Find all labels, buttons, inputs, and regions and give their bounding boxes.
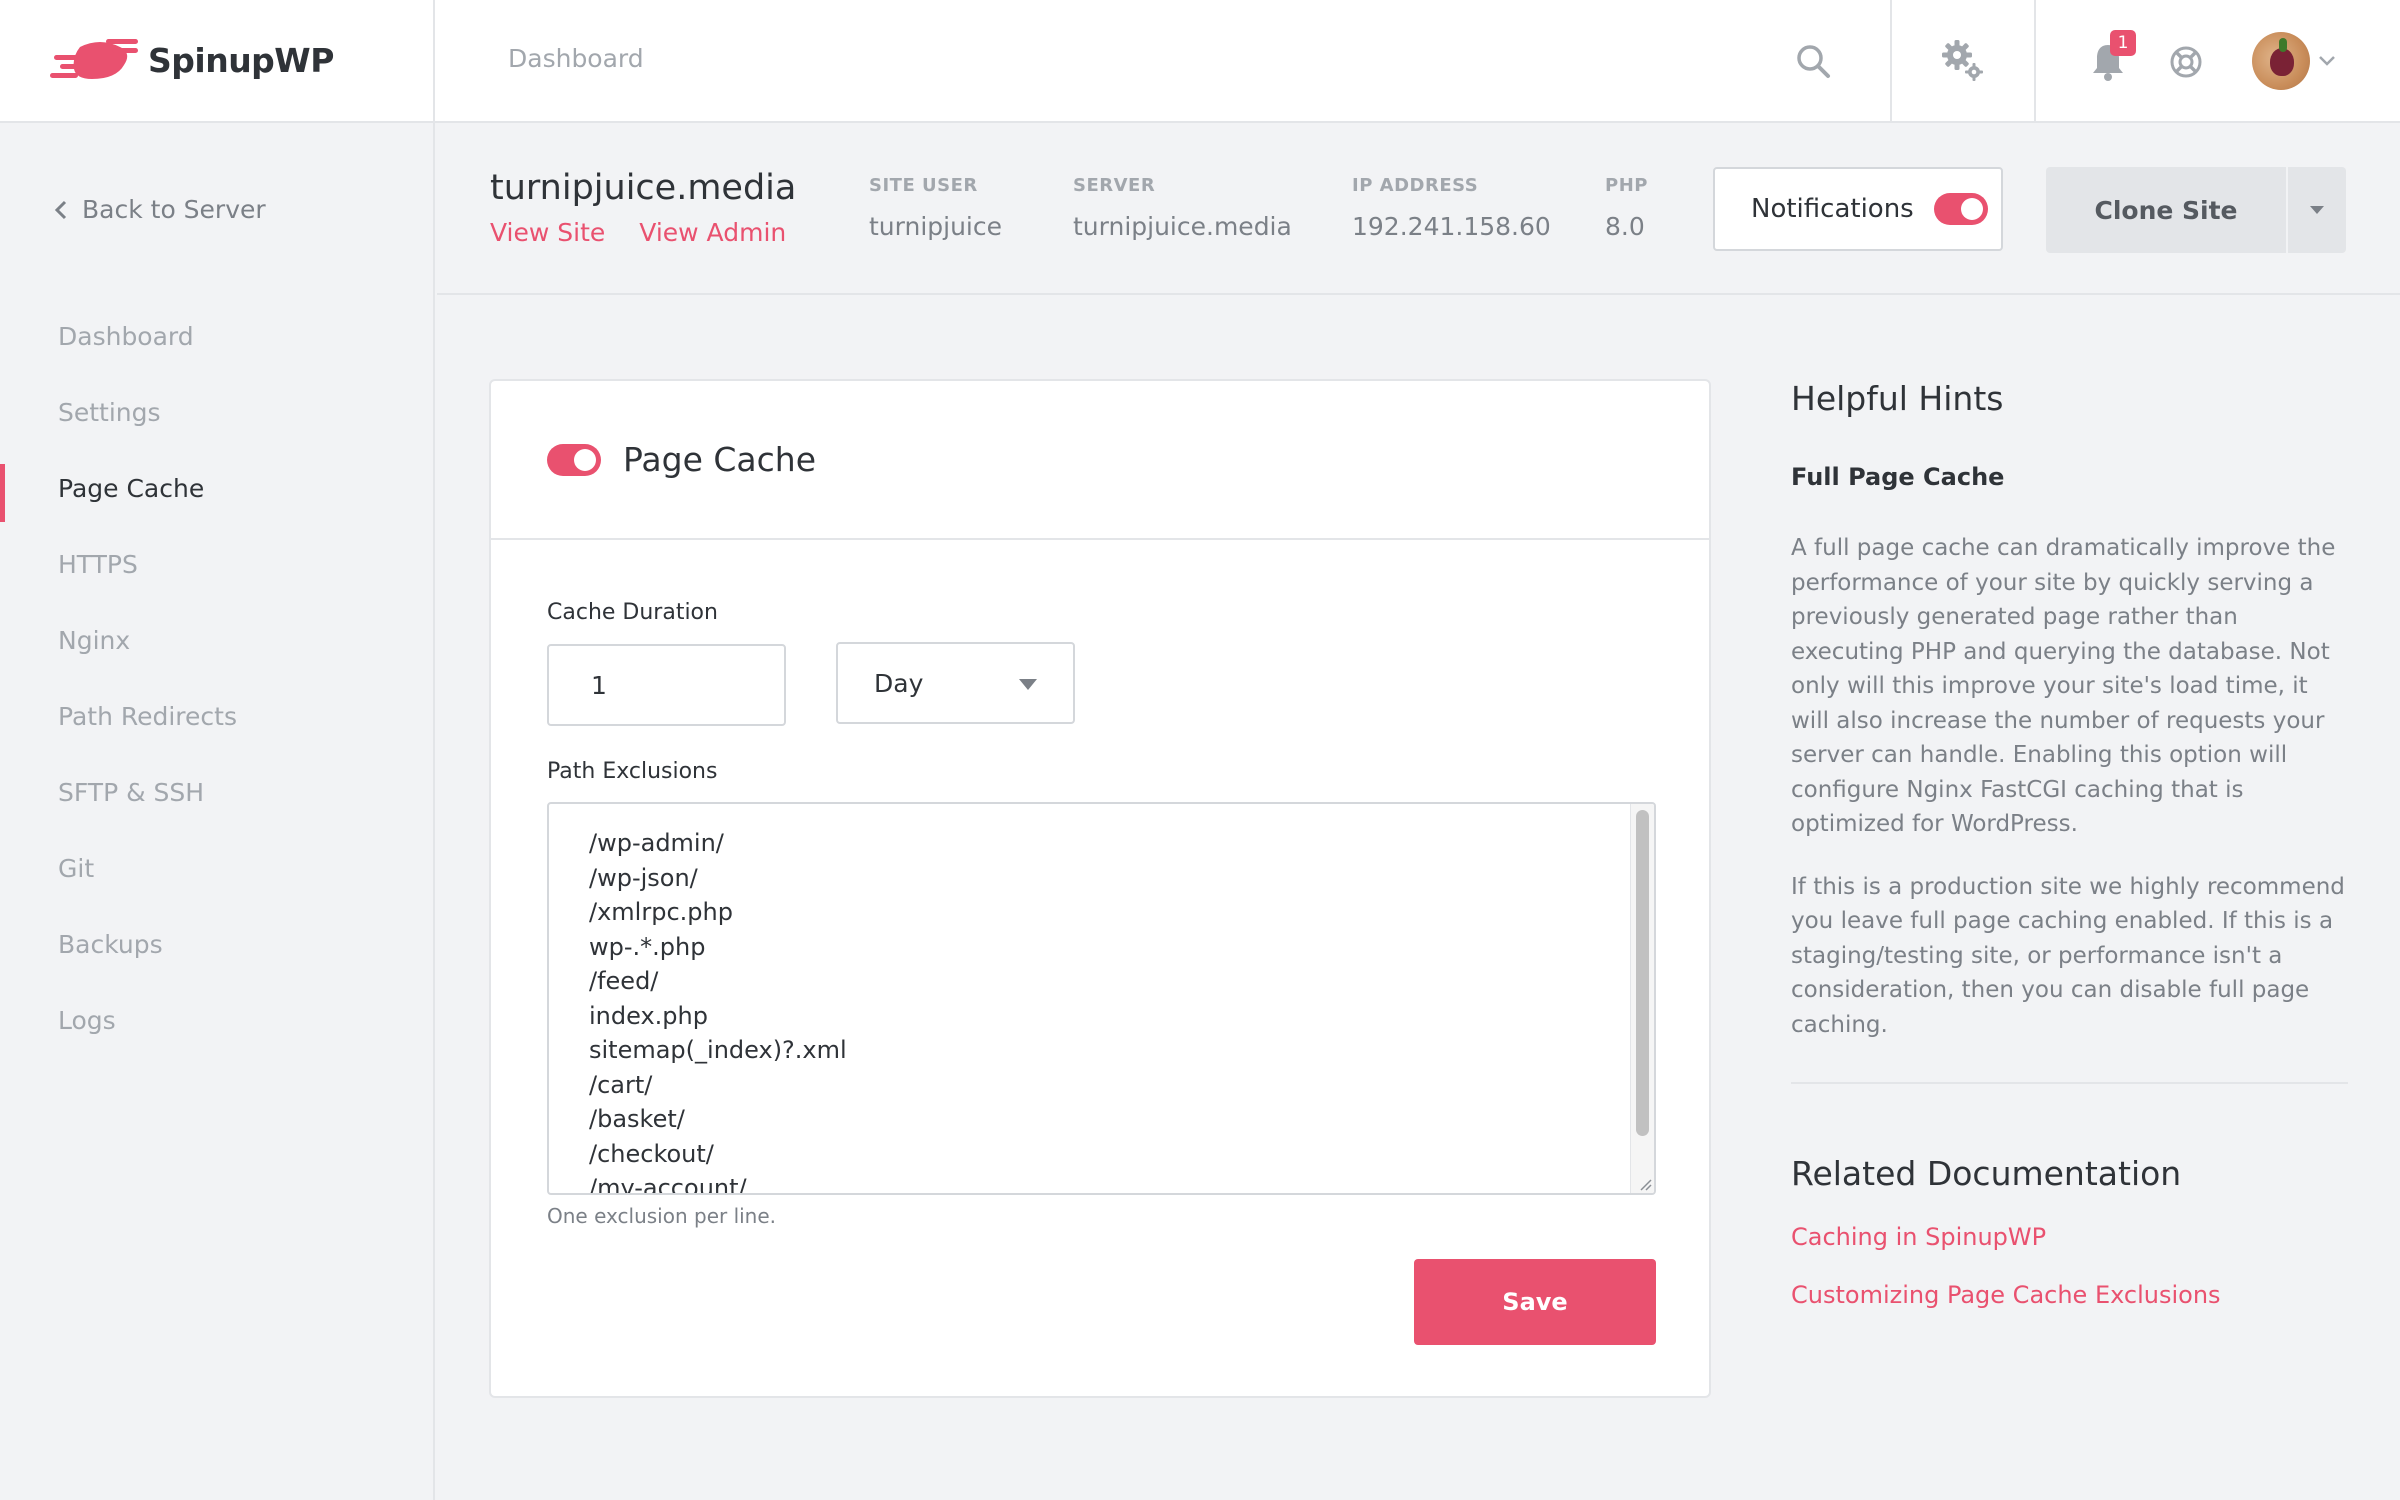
server-label: SERVER <box>1073 175 1156 196</box>
hints-paragraph: If this is a production site we highly r… <box>1791 873 2345 1038</box>
sidebar-item-settings[interactable]: Settings <box>0 374 433 450</box>
notifications-bell-button[interactable]: 1 <box>2078 30 2138 94</box>
chevron-left-icon <box>54 200 67 219</box>
sidebar-item-nginx[interactable]: Nginx <box>0 602 433 678</box>
site-user-meta: SITE USER turnipjuice <box>869 175 1002 241</box>
search-button[interactable] <box>1782 30 1844 92</box>
php-meta: PHP 8.0 <box>1605 175 1648 241</box>
top-breadcrumb[interactable]: Dashboard <box>508 44 644 73</box>
card-header: Page Cache <box>491 381 1709 540</box>
exclusion-line: /my-account/ <box>589 1174 747 1195</box>
sidebar-item-backups[interactable]: Backups <box>0 906 433 982</box>
php-label: PHP <box>1605 175 1648 196</box>
php-value: 8.0 <box>1605 212 1645 241</box>
spinupwp-logo-icon <box>50 38 138 79</box>
hints-divider <box>1791 1082 2348 1084</box>
path-exclusions-label: Path Exclusions <box>547 759 718 784</box>
resize-handle-icon[interactable] <box>1638 1177 1652 1191</box>
doc-link-exclusions[interactable]: Customizing Page Cache Exclusions <box>1791 1281 2348 1309</box>
sidebar-item-sftp-ssh[interactable]: SFTP & SSH <box>0 754 433 830</box>
server-value: turnipjuice.media <box>1073 212 1292 241</box>
exclusion-line: /feed/ <box>589 967 659 995</box>
avatar <box>2252 32 2310 90</box>
exclusion-line: sitemap(_index)?.xml <box>589 1036 847 1064</box>
back-to-server-label: Back to Server <box>82 195 266 224</box>
hints-paragraph: A full page cache can dramatically impro… <box>1791 535 2336 837</box>
page-cache-toggle[interactable] <box>547 443 601 476</box>
notifications-toggle-box[interactable]: Notifications <box>1713 167 2003 251</box>
cache-duration-input[interactable]: 1 <box>547 644 786 726</box>
site-links: View Site View Admin <box>490 218 786 247</box>
search-icon <box>1797 45 1830 78</box>
save-button[interactable]: Save <box>1414 1259 1656 1345</box>
exclusion-line: /wp-json/ <box>589 863 698 892</box>
doc-link-caching[interactable]: Caching in SpinupWP <box>1791 1223 2348 1251</box>
sidebar-item-git[interactable]: Git <box>0 830 433 906</box>
clone-site-dropdown-button[interactable] <box>2288 167 2346 253</box>
cache-duration-unit-value: Day <box>874 668 924 698</box>
notification-count-badge: 1 <box>2110 30 2136 56</box>
notifications-toggle[interactable] <box>1933 193 1988 225</box>
related-docs-title: Related Documentation <box>1791 1154 2182 1193</box>
helpful-hints-panel: Helpful Hints Full Page Cache A full pag… <box>1791 379 2348 1309</box>
path-exclusions-textarea[interactable]: /wp-admin/ /wp-json/ /xmlrpc.php wp-.*.p… <box>547 802 1656 1195</box>
exclusion-line: /checkout/ <box>589 1139 714 1168</box>
ip-address-meta: IP ADDRESS 192.241.158.60 <box>1352 175 1551 241</box>
sidebar: Back to Server Dashboard Settings Page C… <box>0 123 435 1500</box>
back-to-server-link[interactable]: Back to Server <box>54 195 266 224</box>
sidebar-item-dashboard[interactable]: Dashboard <box>0 298 433 374</box>
path-exclusions-help: One exclusion per line. <box>547 1204 777 1228</box>
path-exclusions-lines: /wp-admin/ /wp-json/ /xmlrpc.php wp-.*.p… <box>589 826 847 1195</box>
clone-site-button[interactable]: Clone Site <box>2046 167 2286 253</box>
scrollbar-thumb[interactable] <box>1636 810 1649 1136</box>
caret-down-icon <box>2310 206 2324 214</box>
caret-down-icon <box>1019 679 1037 690</box>
view-admin-link[interactable]: View Admin <box>639 218 786 247</box>
brand-name: SpinupWP <box>148 41 334 80</box>
top-bar: SpinupWP Dashboard 1 <box>0 0 2400 123</box>
ip-address-value: 192.241.158.60 <box>1352 212 1551 241</box>
settings-button[interactable] <box>1890 0 2036 121</box>
textarea-scrollbar[interactable] <box>1630 804 1654 1193</box>
cache-duration-label: Cache Duration <box>547 600 718 625</box>
chevron-down-icon <box>2319 56 2335 66</box>
site-header: turnipjuice.media View Site View Admin S… <box>437 123 2400 295</box>
brand-logo[interactable]: SpinupWP <box>0 0 435 121</box>
server-meta: SERVER turnipjuice.media <box>1073 175 1292 241</box>
exclusion-line: /basket/ <box>589 1105 685 1133</box>
gear-icon <box>1942 39 1983 81</box>
notifications-label: Notifications <box>1751 194 1914 224</box>
sidebar-item-path-redirects[interactable]: Path Redirects <box>0 678 433 754</box>
hints-title: Helpful Hints <box>1791 379 2004 418</box>
ip-address-label: IP ADDRESS <box>1352 175 1479 196</box>
exclusion-line: index.php <box>589 1001 708 1030</box>
sidebar-item-page-cache[interactable]: Page Cache <box>0 450 433 526</box>
sidebar-item-logs[interactable]: Logs <box>0 982 433 1058</box>
sidebar-nav: Dashboard Settings Page Cache HTTPS Ngin… <box>0 298 433 1058</box>
site-user-value: turnipjuice <box>869 212 1003 241</box>
user-menu[interactable] <box>2252 32 2336 90</box>
lifebuoy-icon <box>2170 46 2202 78</box>
exclusion-line: /cart/ <box>589 1070 653 1099</box>
exclusion-line: /wp-admin/ <box>589 829 724 857</box>
page-cache-card: Page Cache Cache Duration 1 Day Path Exc… <box>489 379 1711 1398</box>
site-user-label: SITE USER <box>869 175 978 196</box>
exclusion-line: wp-.*.php <box>589 932 706 961</box>
exclusion-line: /xmlrpc.php <box>589 898 733 926</box>
cache-duration-unit-select[interactable]: Day <box>836 642 1075 724</box>
help-button[interactable] <box>2158 34 2214 90</box>
sidebar-item-https[interactable]: HTTPS <box>0 526 433 602</box>
view-site-link[interactable]: View Site <box>490 218 605 247</box>
site-name: turnipjuice.media <box>490 168 797 208</box>
hints-subtitle: Full Page Cache <box>1791 463 2005 491</box>
page-cache-title: Page Cache <box>623 440 817 479</box>
